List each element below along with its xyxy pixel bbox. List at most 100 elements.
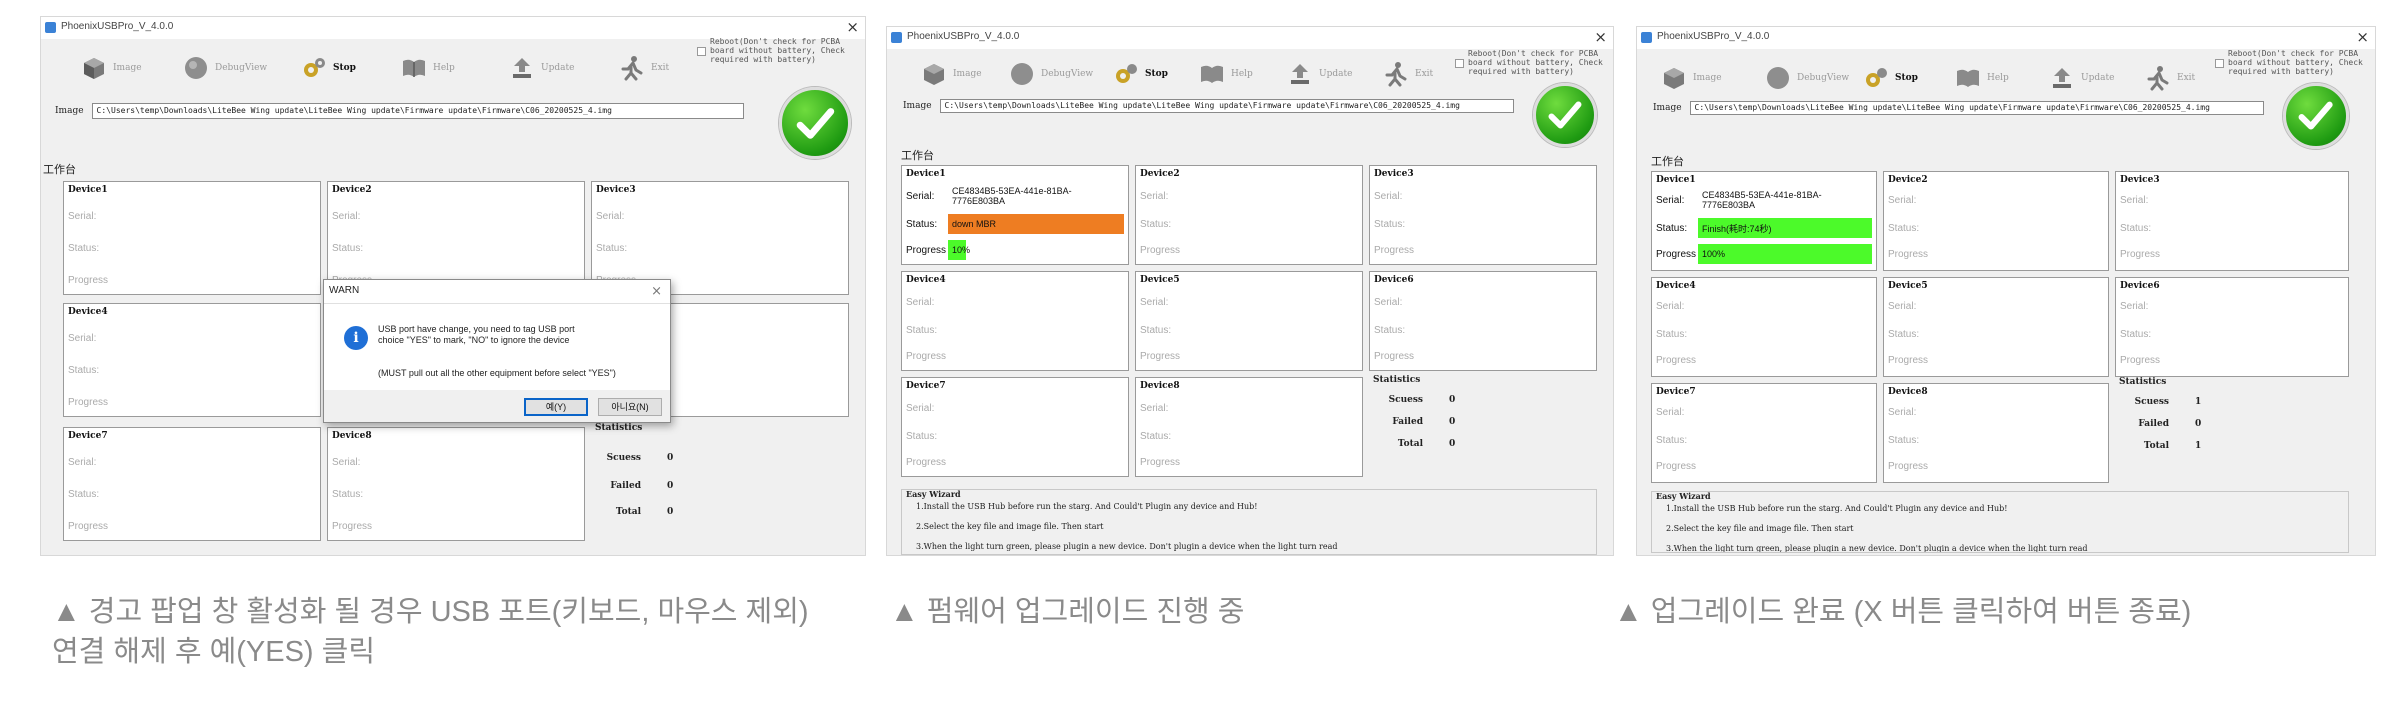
toolbar-help-button[interactable]: Help bbox=[1955, 61, 2009, 95]
status-row: Status: bbox=[68, 482, 316, 506]
status-value: down MBR bbox=[948, 214, 1124, 234]
toolbar-update-button[interactable]: Update bbox=[1287, 57, 1352, 91]
app-icon bbox=[891, 32, 902, 43]
toolbar-exit-label: Exit bbox=[2177, 73, 2196, 83]
circle-icon bbox=[1011, 63, 1033, 85]
reboot-checkbox[interactable] bbox=[2215, 59, 2224, 68]
toolbar-exit-button[interactable]: Exit bbox=[1383, 57, 1433, 91]
progress-row: Progress bbox=[1888, 454, 2104, 478]
progress-label: Progress bbox=[906, 244, 947, 256]
stat-success-value: 0 bbox=[667, 453, 674, 463]
serial-label: Serial: bbox=[68, 456, 97, 468]
progress-label: Progress bbox=[68, 274, 109, 286]
stat-success-value: 1 bbox=[2195, 397, 2202, 407]
dialog-close-button[interactable]: × bbox=[651, 284, 662, 299]
device-panel-8: Device8 Serial: Status: Progress bbox=[1883, 383, 2109, 483]
toolbar-stop-button[interactable]: Stop bbox=[301, 51, 356, 85]
gears-icon bbox=[1866, 68, 1887, 87]
close-button[interactable]: × bbox=[1594, 28, 1607, 46]
toolbar-stop-button[interactable]: Stop bbox=[1863, 61, 1918, 95]
caption-complete: ▲ 업그레이드 완료 (X 버튼 클릭하여 버튼 종료) bbox=[1614, 592, 2374, 632]
caption-warn: ▲ 경고 팝업 창 활성화 될 경우 USB 포트(키보드, 마우스 제외) 연… bbox=[52, 592, 872, 672]
device-name: Device7 bbox=[68, 431, 108, 441]
toolbar-debugview-button[interactable]: DebugView bbox=[183, 51, 267, 85]
toolbar-exit-button[interactable]: Exit bbox=[619, 51, 669, 85]
image-path-field[interactable]: C:\Users\temp\Downloads\LiteBee Wing upd… bbox=[939, 99, 1514, 113]
toolbar-image-button[interactable]: Image bbox=[921, 57, 982, 91]
book-icon bbox=[403, 59, 425, 77]
stat-failed-label: Failed bbox=[1392, 417, 1423, 427]
stat-total: Total 1 bbox=[2125, 441, 2201, 451]
serial-label: Serial: bbox=[1888, 300, 1917, 312]
wizard-title: Easy Wizard bbox=[906, 489, 961, 499]
statistics-panel: Statistics Scuess 0 Failed 0 Total 0 bbox=[1369, 373, 1597, 477]
toolbar-stop-button[interactable]: Stop bbox=[1113, 57, 1168, 91]
toolbar-debugview-button[interactable]: DebugView bbox=[1765, 61, 1849, 95]
status-label: Status: bbox=[1140, 218, 1172, 230]
image-path-row: Image C:\Users\temp\Downloads\LiteBee Wi… bbox=[55, 103, 744, 119]
progress-label: Progress bbox=[1140, 456, 1181, 468]
cube-icon bbox=[924, 64, 944, 85]
progress-label: Progress bbox=[1888, 460, 1929, 472]
progress-row: Progress bbox=[1374, 238, 1592, 262]
toolbar-update-button[interactable]: Update bbox=[509, 51, 574, 85]
toolbar-update-label: Update bbox=[1319, 69, 1353, 79]
status-label: Status: bbox=[1888, 222, 1920, 234]
toolbar-image-label: Image bbox=[1693, 73, 1722, 83]
close-button[interactable]: × bbox=[2356, 28, 2369, 46]
status-label: Status: bbox=[2120, 222, 2152, 234]
toolbar-debugview-label: DebugView bbox=[215, 63, 268, 73]
status-row: Status: bbox=[1888, 428, 2104, 452]
reboot-option[interactable]: Reboot(Don't check for PCBA board withou… bbox=[1455, 49, 1608, 76]
toolbar-image-button[interactable]: Image bbox=[1661, 61, 1722, 95]
image-path-field[interactable]: C:\Users\temp\Downloads\LiteBee Wing upd… bbox=[91, 103, 744, 119]
device-panel-7: Device7 Serial: Status: Progress bbox=[901, 377, 1129, 477]
yes-button[interactable]: 예(Y) bbox=[524, 398, 588, 416]
toolbar-stop-label: Stop bbox=[1145, 69, 1168, 79]
stat-failed-value: 0 bbox=[2195, 419, 2202, 429]
window-titlebar: PhoenixUSBPro_V_4.0.0 × bbox=[887, 27, 1613, 49]
status-label: Status: bbox=[2120, 328, 2152, 340]
status-row: Status: bbox=[1656, 322, 1872, 346]
toolbar-debugview-button[interactable]: DebugView bbox=[1009, 57, 1093, 91]
reboot-option[interactable]: Reboot(Don't check for PCBA board withou… bbox=[697, 37, 860, 64]
device-name: Device5 bbox=[1888, 281, 1928, 291]
status-row: Status: bbox=[1888, 216, 2104, 240]
runner-icon bbox=[1385, 62, 1407, 87]
stat-total-label: Total bbox=[1397, 439, 1423, 449]
serial-label: Serial: bbox=[1374, 296, 1403, 308]
no-button[interactable]: 아니요(N) bbox=[598, 398, 662, 416]
serial-label: Serial: bbox=[68, 210, 97, 222]
image-path-field[interactable]: C:\Users\temp\Downloads\LiteBee Wing upd… bbox=[1689, 101, 2264, 115]
progress-row: Progress bbox=[68, 390, 316, 414]
toolbar-image-button[interactable]: Image bbox=[81, 51, 142, 85]
reboot-checkbox[interactable] bbox=[697, 47, 706, 56]
toolbar-exit-button[interactable]: Exit bbox=[2145, 61, 2195, 95]
toolbar-stop-label: Stop bbox=[1895, 73, 1918, 83]
serial-label: Serial: bbox=[596, 210, 625, 222]
toolbar-help-button[interactable]: Help bbox=[1199, 57, 1253, 91]
reboot-checkbox[interactable] bbox=[1455, 59, 1464, 68]
serial-label: Serial: bbox=[1888, 406, 1917, 418]
device-name: Device1 bbox=[68, 185, 108, 195]
serial-label: Serial: bbox=[1140, 190, 1169, 202]
device-name: Device1 bbox=[906, 169, 946, 179]
reboot-option[interactable]: Reboot(Don't check for PCBA board withou… bbox=[2215, 49, 2372, 76]
toolbar-help-button[interactable]: Help bbox=[401, 51, 455, 85]
dialog-footer: 예(Y) 아니요(N) bbox=[324, 390, 670, 422]
close-button[interactable]: × bbox=[846, 18, 859, 36]
serial-label: Serial: bbox=[906, 402, 935, 414]
device-name: Device4 bbox=[68, 307, 108, 317]
stat-failed-value: 0 bbox=[1449, 417, 1456, 427]
device-name: Device2 bbox=[1140, 169, 1180, 179]
caption-warn-line-2: 연결 해제 후 예(YES) 클릭 bbox=[52, 636, 376, 668]
device-name: Device8 bbox=[332, 431, 372, 441]
serial-row: Serial: bbox=[906, 396, 1124, 420]
toolbar-help-label: Help bbox=[433, 63, 455, 73]
statistics-panel: Statistics Scuess 1 Failed 0 Total 1 bbox=[2115, 375, 2349, 483]
progress-row: Progress bbox=[2120, 348, 2344, 372]
caption-warn-line-1: ▲ 경고 팝업 창 활성화 될 경우 USB 포트(키보드, 마우스 제외) bbox=[52, 596, 809, 628]
toolbar-update-button[interactable]: Update bbox=[2049, 61, 2114, 95]
ready-light bbox=[2283, 83, 2349, 149]
upload-icon bbox=[1291, 64, 1309, 84]
